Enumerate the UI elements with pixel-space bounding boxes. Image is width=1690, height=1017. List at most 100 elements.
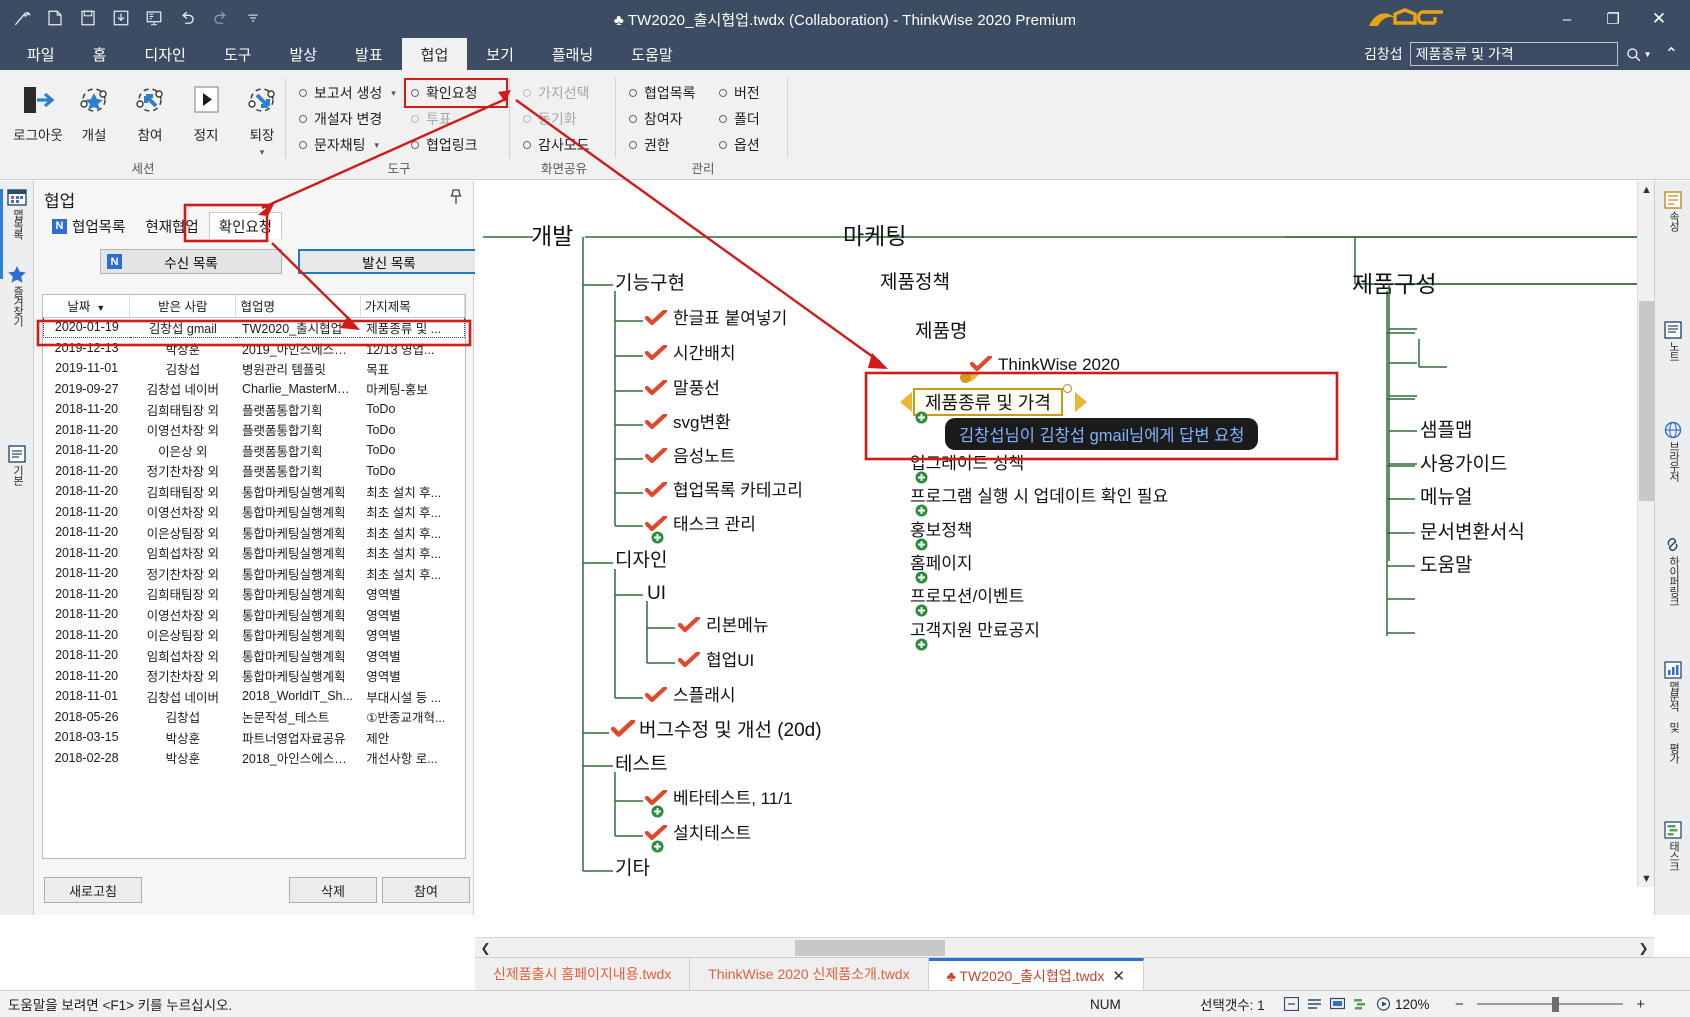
mindmap-node-feature[interactable]: 기능구현 bbox=[615, 274, 685, 293]
table-row[interactable]: 2018-11-20 김희태팀장 외 통합마케팅실행계획 최초 설치 후... bbox=[44, 481, 465, 502]
mindmap-node-ui[interactable]: UI bbox=[647, 584, 666, 603]
mindmap-node-bugfix[interactable]: 버그수정 및 개선 (20d) bbox=[610, 719, 822, 740]
zoom-slider[interactable]: − + bbox=[1455, 995, 1645, 1013]
mindmap-node-test[interactable]: 테스트 bbox=[615, 755, 667, 774]
table-row[interactable]: 2018-11-20 정기찬차장 외 통합마케팅실행계획 영역별 bbox=[44, 666, 465, 687]
mindmap-node-hangul-paste[interactable]: 한글표 붙여넣기 bbox=[644, 308, 787, 327]
chevron-down-icon[interactable]: ▾ bbox=[375, 140, 380, 151]
document-tab-1[interactable]: ThinkWise 2020 신제품소개.twdx bbox=[690, 958, 929, 990]
table-row[interactable]: 2018-11-20 정기찬차장 외 플랫폼통합기획 ToDo bbox=[44, 461, 465, 482]
ribbon-tab-9[interactable]: 도움말 bbox=[612, 38, 691, 70]
hscroll-thumb[interactable] bbox=[795, 940, 945, 956]
close-button[interactable]: ✕ bbox=[1636, 0, 1682, 38]
collab-list-item[interactable]: 협업목록 bbox=[624, 80, 712, 106]
mindmap-node-manual[interactable]: 메뉴얼 bbox=[1420, 488, 1472, 507]
search-icon[interactable]: ▼ bbox=[1625, 46, 1652, 63]
mindmap-node-homepage[interactable]: 홈페이지 bbox=[910, 555, 973, 572]
leave-session-button[interactable]: 퇴장 ▾ bbox=[234, 76, 290, 157]
sort-desc-icon[interactable]: ▼ bbox=[94, 303, 105, 313]
expand-plus-icon[interactable] bbox=[915, 471, 928, 484]
join-button[interactable]: 참여 bbox=[382, 877, 470, 903]
expand-plus-icon[interactable] bbox=[915, 411, 928, 424]
mindmap-node-product-name[interactable]: 제품명 bbox=[915, 322, 967, 341]
rail-item-basic[interactable]: 기본 bbox=[3, 445, 31, 485]
zoom-out-button[interactable]: − bbox=[1455, 996, 1464, 1013]
audit-mode-item[interactable]: 감사모드 bbox=[518, 132, 616, 158]
chevron-down-icon[interactable]: ▾ bbox=[260, 147, 265, 157]
ribbon-tab-3[interactable]: 도구 bbox=[205, 38, 271, 70]
table-row[interactable]: 2018-11-20 이은상 외 플랫폼통합기획 ToDo bbox=[44, 440, 465, 461]
table-row[interactable]: 2018-05-26 김창섭 논문작성_테스트 ①반종교개혁... bbox=[44, 707, 465, 728]
mindmap-node-svg-convert[interactable]: svg변환 bbox=[644, 412, 731, 431]
table-row[interactable]: 2018-11-20 이은상팀장 외 통합마케팅실행계획 영역별 bbox=[44, 625, 465, 646]
version-item[interactable]: 버전 bbox=[714, 80, 782, 106]
rail-item-map-list[interactable]: 맵목록 bbox=[3, 189, 31, 239]
zoom-track[interactable] bbox=[1477, 1003, 1623, 1005]
table-row[interactable]: 2019-11-01 김창섭 병원관리 템플릿 목표 bbox=[44, 358, 465, 379]
table-row[interactable]: 2018-11-20 임희섭차장 외 통합마케팅실행계획 최초 설치 후... bbox=[44, 543, 465, 564]
expand-plus-icon[interactable] bbox=[651, 531, 664, 544]
canvas-hscrollbar[interactable]: ❮ ❯ bbox=[475, 937, 1654, 957]
mindmap-node-update-check[interactable]: 프로그램 실행 시 업데이트 확인 필요 bbox=[910, 488, 1168, 505]
change-host-item[interactable]: 개설자 변경 bbox=[294, 106, 404, 132]
mindmap-node-product-policy[interactable]: 제품정책 bbox=[880, 273, 950, 292]
col-header-recipient[interactable]: 받은 사람 bbox=[129, 295, 237, 318]
close-icon[interactable]: ✕ bbox=[1112, 967, 1125, 985]
rail-item-analysis[interactable]: 맵분석 및 평가 bbox=[1659, 661, 1687, 763]
slide-view-icon[interactable] bbox=[1329, 996, 1345, 1012]
folder-item[interactable]: 폴더 bbox=[714, 106, 782, 132]
col-header-topic[interactable]: 가지제목 bbox=[360, 295, 465, 318]
confirm-request-grid[interactable]: 날짜 ▼ 받은 사람 협업명 가지제목 2020-01-19 김창섭 gmail T… bbox=[42, 294, 466, 859]
mindmap-node-promotion-event[interactable]: 프로모션/이벤트 bbox=[910, 588, 1024, 605]
expand-plus-icon[interactable] bbox=[651, 840, 664, 853]
expand-plus-icon[interactable] bbox=[915, 538, 928, 551]
mindmap-node-upgrade-policy[interactable]: 업그레이드 성책 bbox=[910, 455, 1024, 472]
mindmap-node-etc[interactable]: 기타 bbox=[615, 859, 650, 878]
table-row[interactable]: 2018-11-20 김희태팀장 외 플랫폼통합기획 ToDo bbox=[44, 399, 465, 420]
chevron-down-icon[interactable]: ▾ bbox=[391, 88, 396, 99]
col-header-collab[interactable]: 협업명 bbox=[235, 295, 361, 318]
permission-item[interactable]: 권한 bbox=[624, 132, 712, 158]
expand-plus-icon[interactable] bbox=[915, 604, 928, 617]
zoom-in-button[interactable]: + bbox=[1636, 996, 1645, 1013]
mindmap-node-time-layout[interactable]: 시간배치 bbox=[644, 343, 736, 362]
generate-report-item[interactable]: 보고서 생성 ▾ bbox=[294, 80, 404, 106]
table-row[interactable]: 2018-11-01 김창섭 네이버 2018_WorldIT_Sh... 부대시설 … bbox=[44, 686, 465, 707]
mindmap-node-user-guide[interactable]: 사용가이드 bbox=[1420, 455, 1507, 474]
ribbon-tab-5[interactable]: 발표 bbox=[336, 38, 402, 70]
rail-item-task[interactable]: 태스크 bbox=[1659, 821, 1687, 871]
scroll-right-arrow[interactable]: ❯ bbox=[1635, 939, 1652, 957]
rail-item-favorites[interactable]: 즐겨찾기 bbox=[3, 265, 31, 326]
pen-icon[interactable] bbox=[10, 6, 34, 30]
mindmap-node-thinkwise2020[interactable]: ThinkWise 2020 bbox=[969, 354, 1120, 373]
canvas-vscrollbar[interactable]: ▲ ▼ bbox=[1637, 181, 1654, 887]
table-row[interactable]: 2018-11-20 이은상팀장 외 통합마케팅실행계획 최초 설치 후... bbox=[44, 522, 465, 543]
join-session-button[interactable]: 참여 bbox=[122, 76, 178, 157]
expand-plus-icon[interactable] bbox=[651, 805, 664, 818]
customize-qat-icon[interactable] bbox=[241, 6, 265, 30]
mindmap-node-splash[interactable]: 스플래시 bbox=[644, 685, 736, 704]
search-input[interactable]: 제품종류 및 가격 bbox=[1409, 42, 1618, 66]
delete-button[interactable]: 삭제 bbox=[289, 877, 377, 903]
document-tab-2[interactable]: ♣ TW2020_출시협업.twdx ✕ bbox=[928, 958, 1144, 990]
ribbon-tab-6[interactable]: 협업 bbox=[401, 38, 468, 70]
col-header-date[interactable]: 날짜 ▼ bbox=[43, 295, 131, 318]
gantt-view-icon[interactable] bbox=[1352, 996, 1368, 1012]
download-icon[interactable] bbox=[109, 6, 133, 30]
mindmap-node-support-expiry[interactable]: 고객지원 만료공지 bbox=[910, 622, 1040, 639]
pin-icon[interactable] bbox=[449, 189, 463, 209]
map-view-icon[interactable] bbox=[1283, 996, 1299, 1012]
table-row[interactable]: 2019-09-27 김창섭 네이버 Charlie_MasterMa... 마케팅-… bbox=[44, 379, 465, 400]
mindmap-node-collab-category[interactable]: 협업목록 카테고리 bbox=[644, 480, 803, 499]
selected-node[interactable]: 제품종류 및 가격 bbox=[913, 388, 1063, 416]
table-row[interactable]: 2018-02-28 박상훈 2018_아인스에스엔... 개선사항 로... bbox=[44, 748, 465, 769]
rail-item-note[interactable]: 노트 bbox=[1659, 321, 1687, 361]
outline-view-icon[interactable] bbox=[1306, 996, 1322, 1012]
mindmap-node-marketing[interactable]: 마케팅 bbox=[843, 225, 906, 248]
scroll-down-arrow[interactable]: ▼ bbox=[1638, 870, 1655, 887]
ribbon-tab-0[interactable]: 파일 bbox=[8, 38, 74, 70]
mindmap-node-dev[interactable]: 개발 bbox=[531, 225, 573, 248]
panel-tab-2[interactable]: 확인요청 bbox=[208, 212, 283, 239]
participants-item[interactable]: 참여자 bbox=[624, 106, 712, 132]
mindmap-node-promo-policy[interactable]: 홍보정책 bbox=[910, 522, 973, 539]
